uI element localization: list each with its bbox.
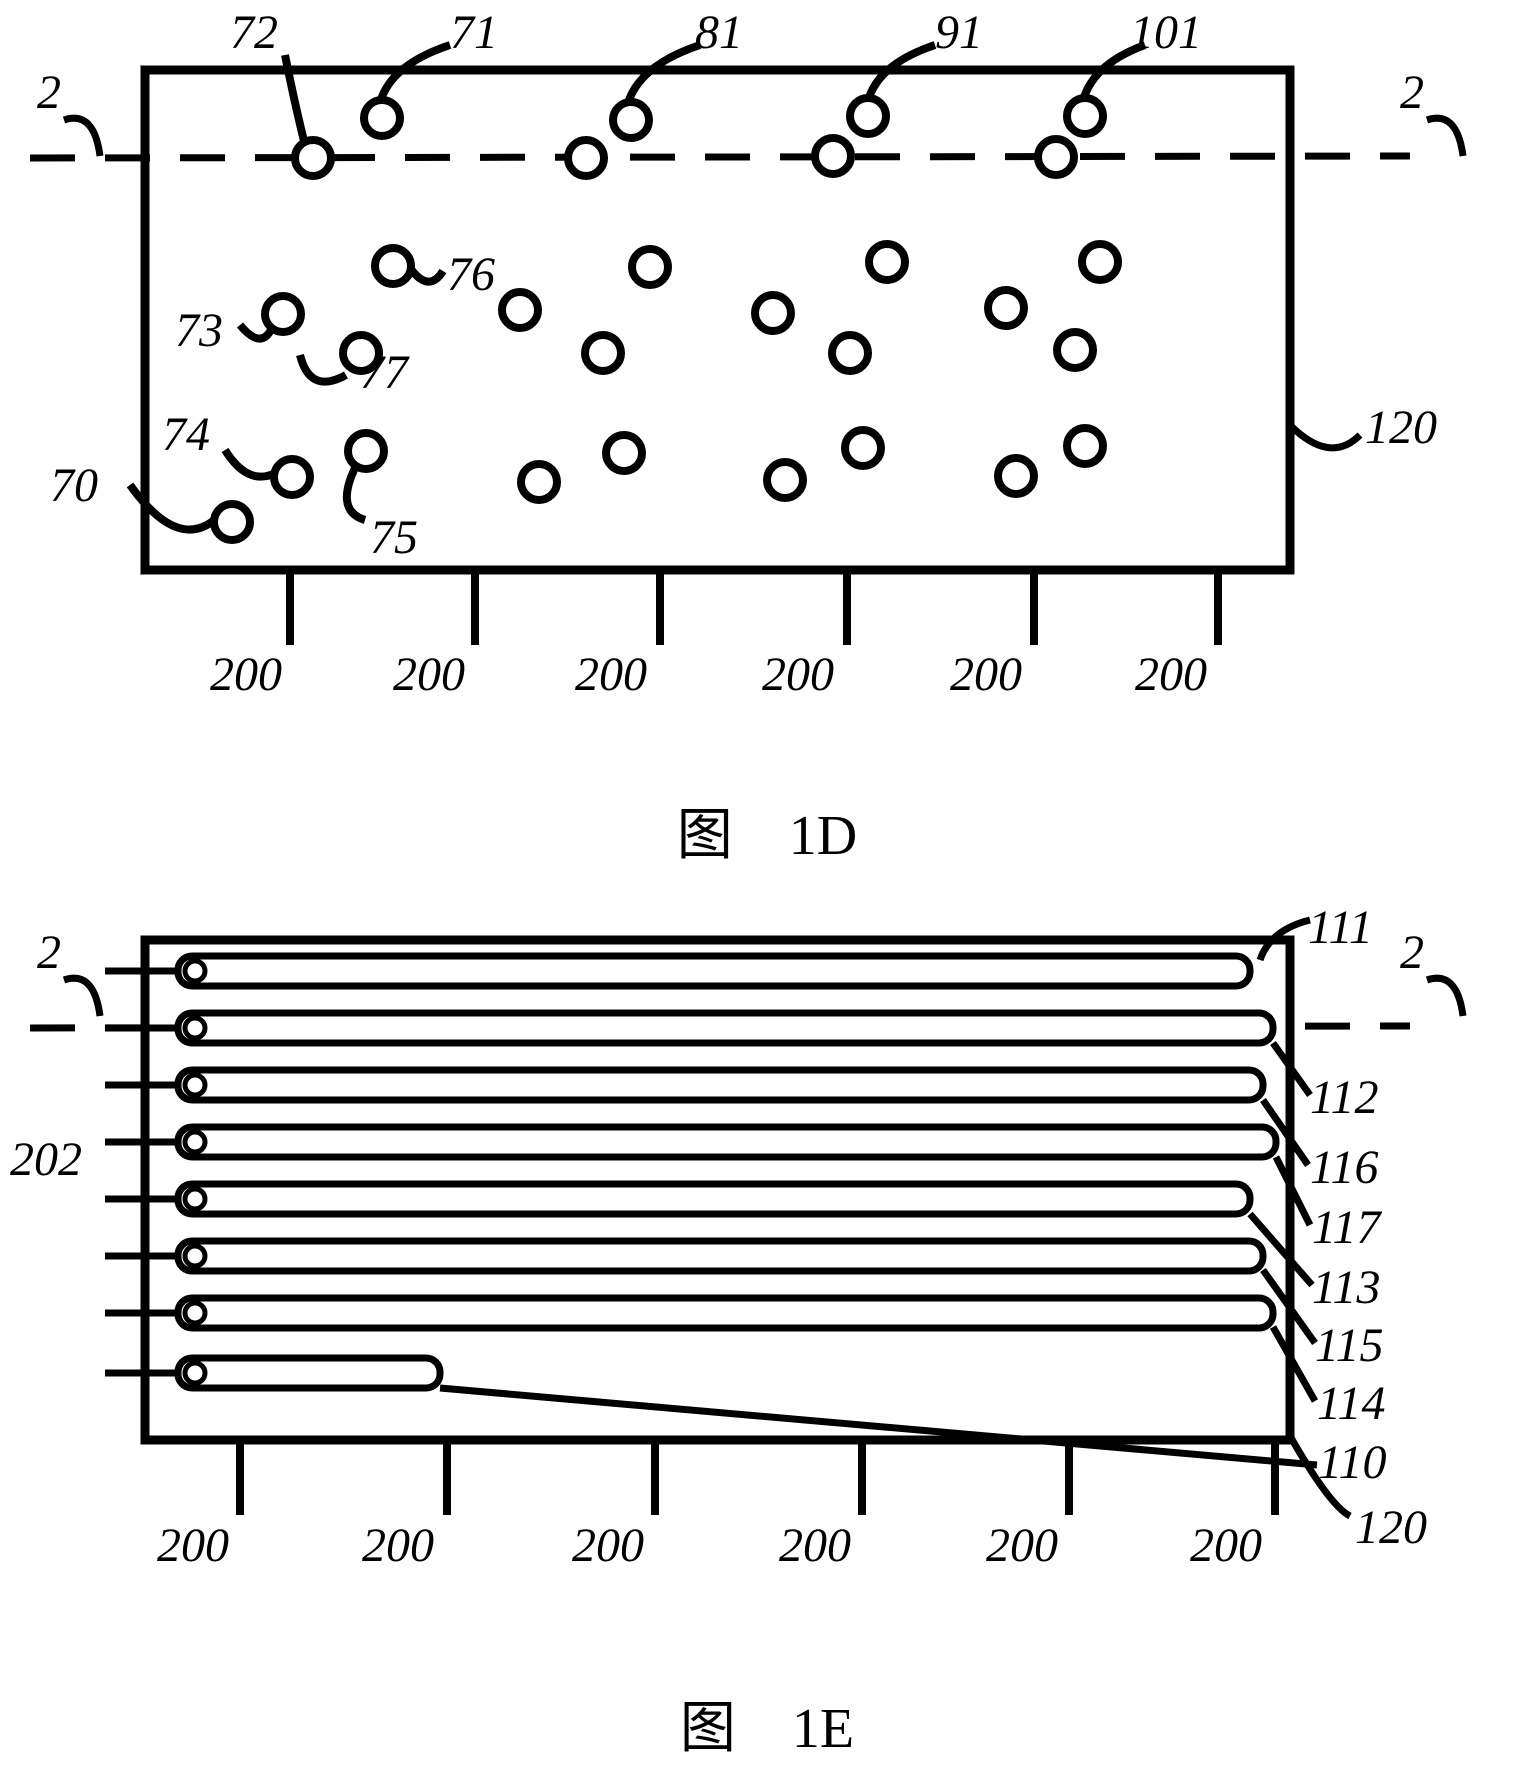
caption-num: 1E [792, 1698, 854, 1760]
caption-han: 图 [677, 805, 733, 867]
section-hook-right [1427, 118, 1463, 156]
hole [364, 100, 400, 136]
hole [1082, 244, 1118, 280]
hole [1057, 332, 1093, 368]
hole [815, 138, 851, 174]
hole [343, 335, 379, 371]
hole [845, 430, 881, 466]
leader-77 [300, 355, 346, 382]
hole [1067, 428, 1103, 464]
left-ticks [105, 971, 175, 1373]
slot-ends [185, 961, 205, 1383]
hole [606, 435, 642, 471]
figure-1d-svg [0, 0, 1534, 710]
slots [178, 956, 1276, 1388]
section-hook-left [64, 978, 100, 1016]
hole [214, 504, 250, 540]
hole [613, 102, 649, 138]
section-line [30, 156, 1410, 158]
hole [295, 140, 331, 176]
hole [632, 249, 668, 285]
hole [998, 458, 1034, 494]
hole [850, 98, 886, 134]
hole [502, 292, 538, 328]
hole [265, 296, 301, 332]
hole [568, 140, 604, 176]
figure-1d-caption: 图 1D [0, 790, 1534, 871]
hole [348, 433, 384, 469]
hole [767, 462, 803, 498]
hole [755, 295, 791, 331]
figure-1d: 72 71 81 91 101 2 2 76 73 77 74 70 75 12… [0, 0, 1534, 860]
hole [274, 459, 310, 495]
caption-han: 图 [680, 1698, 736, 1760]
caption-num: 1D [789, 805, 857, 867]
section-hook-left [64, 118, 100, 156]
hole [1038, 139, 1074, 175]
hole [988, 290, 1024, 326]
hole [869, 244, 905, 280]
hole [832, 335, 868, 371]
hole [375, 248, 411, 284]
hole [585, 335, 621, 371]
figure-1e-svg [0, 900, 1534, 1600]
figure-1e: 2 2 111 112 116 117 113 115 114 110 120 … [0, 900, 1534, 1780]
frame-leader-120 [1290, 425, 1360, 448]
section-hook-right [1427, 978, 1463, 1016]
leader-91 [867, 45, 935, 105]
hole [521, 464, 557, 500]
figure-1e-caption: 图 1E [0, 1683, 1534, 1764]
leader-120 [1290, 1436, 1350, 1516]
hole [1067, 98, 1103, 134]
